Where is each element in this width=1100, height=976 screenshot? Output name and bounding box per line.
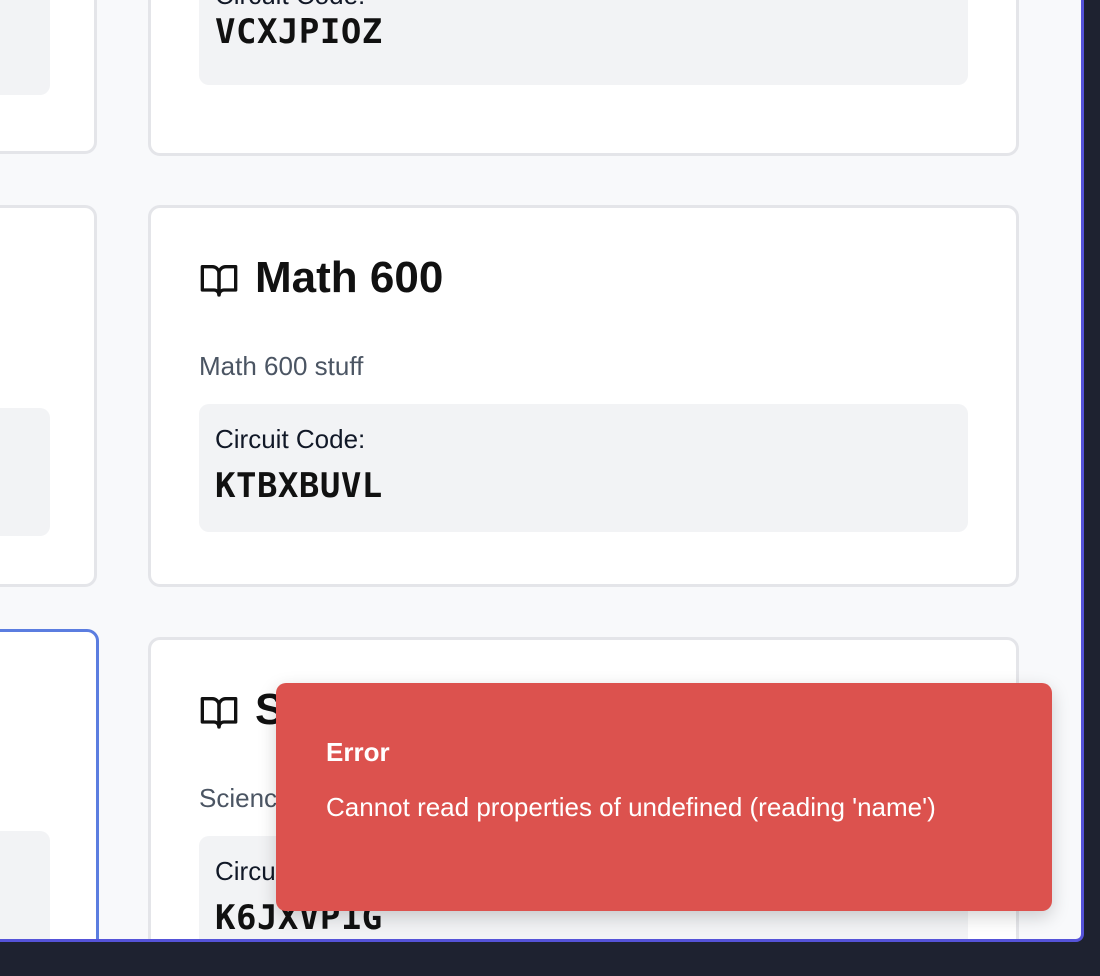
circuit-code-box: Circuit Code: VCXJPIOZ [199, 0, 968, 85]
circuit-code-label: Circuit Code: [215, 424, 366, 454]
course-card[interactable] [0, 205, 97, 587]
toast-message: Cannot read properties of undefined (rea… [326, 792, 936, 822]
book-open-icon [200, 264, 238, 297]
circuit-code-label: Circu [215, 856, 276, 886]
course-card[interactable] [0, 0, 97, 154]
circuit-code-box [0, 408, 50, 536]
circuit-code-value: KTBXBUVL [215, 466, 383, 506]
course-card-math-600[interactable]: Math 600 Math 600 stuff Circuit Code: KT… [148, 205, 1019, 587]
course-description: Scienc [199, 783, 278, 813]
book-open-icon [200, 697, 238, 729]
circuit-code-box [0, 831, 50, 939]
course-card[interactable]: Circuit Code: VCXJPIOZ [148, 0, 1019, 156]
circuit-code-box: Circuit Code: KTBXBUVL [199, 404, 968, 532]
toast-title: Error [326, 737, 390, 767]
circuit-code-box [0, 0, 50, 95]
course-description: Math 600 stuff [199, 351, 364, 381]
course-title: Math 600 [255, 253, 444, 302]
circuit-code-label: Circuit Code: [215, 0, 365, 11]
course-card-selected[interactable] [0, 629, 99, 939]
circuit-code-value: VCXJPIOZ [215, 12, 383, 52]
error-toast[interactable]: Error Cannot read properties of undefine… [276, 683, 1052, 911]
